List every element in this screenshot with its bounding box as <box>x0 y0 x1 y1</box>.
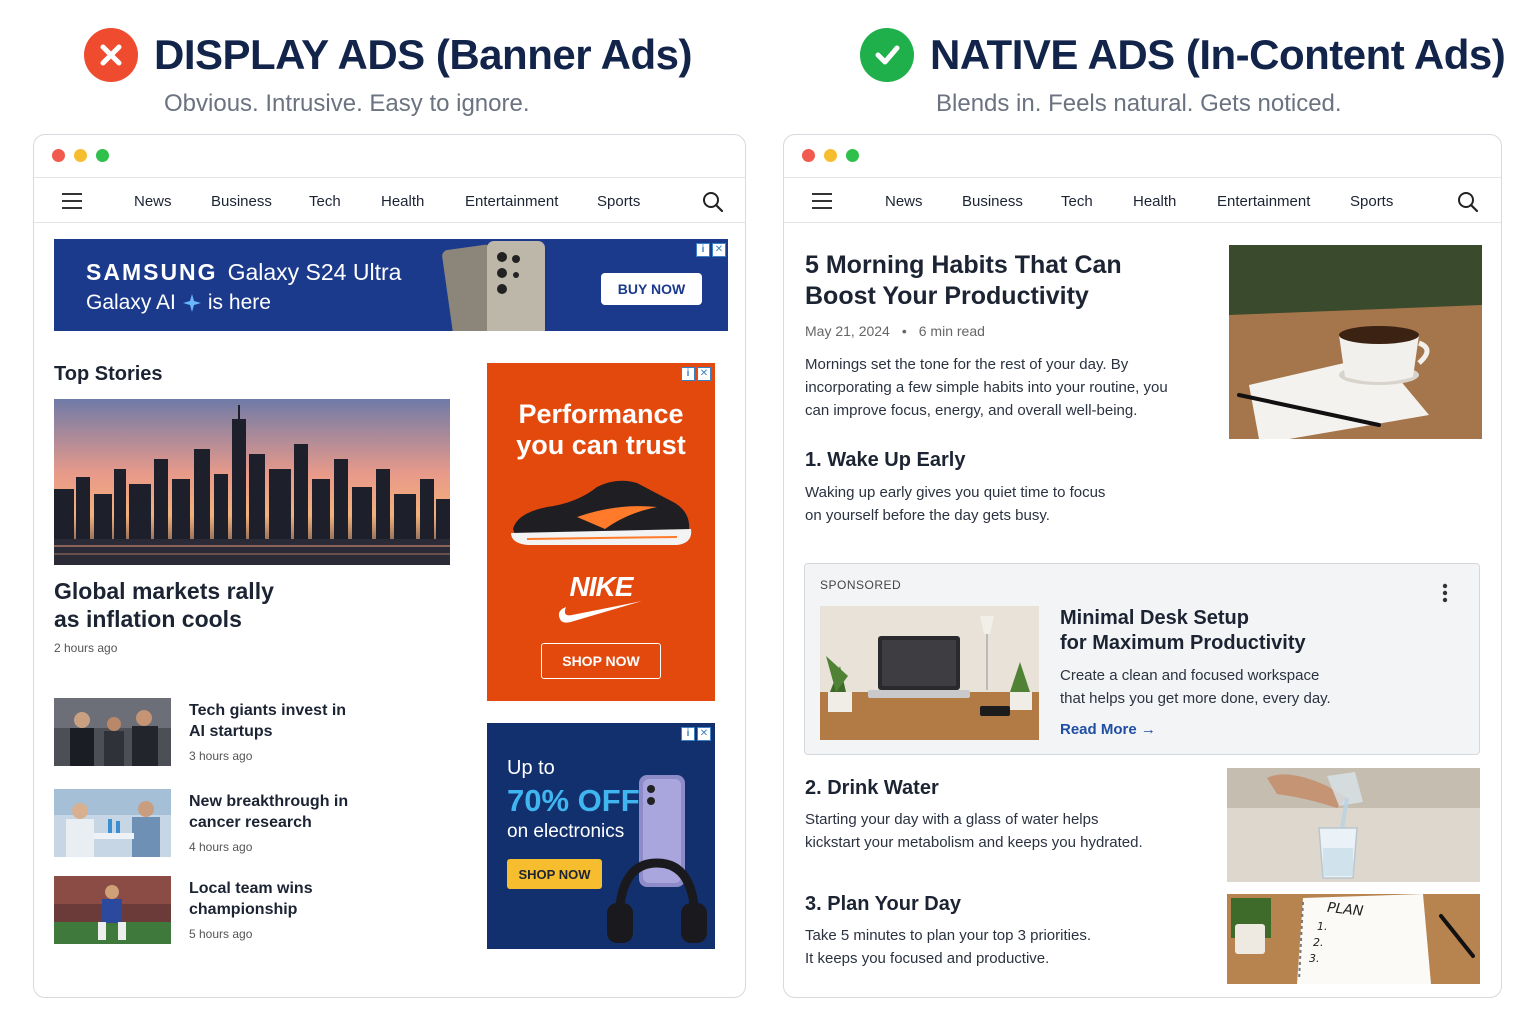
desk-setup-image[interactable] <box>820 606 1039 740</box>
plan-item-2: 2. <box>1313 936 1324 949</box>
top-stories-heading: Top Stories <box>54 363 163 385</box>
x-circle-icon <box>84 28 138 82</box>
story-thumb-2[interactable] <box>54 789 171 857</box>
story-title-2[interactable]: New breakthrough in cancer research <box>189 791 348 833</box>
sponsored-card[interactable]: SPONSORED Minimal Desk Setup for Maximum… <box>804 563 1480 755</box>
nav-sports[interactable]: Sports <box>1350 193 1393 210</box>
right-subtitle: Blends in. Feels natural. Gets noticed. <box>936 90 1342 117</box>
article-read-time: 6 min read <box>918 323 985 339</box>
hamburger-menu-icon[interactable] <box>812 193 832 214</box>
nav-tech[interactable]: Tech <box>309 193 341 210</box>
featured-title[interactable]: Global markets rally as inflation cools <box>54 577 274 633</box>
article-date: May 21, 2024 <box>805 323 890 339</box>
plan-item-1: 1. <box>1317 920 1328 933</box>
buy-now-button[interactable]: BUY NOW <box>601 273 702 305</box>
shop-now-button[interactable]: SHOP NOW <box>541 643 661 679</box>
habit2-title: 2. Drink Water <box>805 777 939 799</box>
left-heading: DISPLAY ADS (Banner Ads) <box>84 28 693 82</box>
ad-info-icon[interactable]: i <box>681 727 695 741</box>
left-title: DISPLAY ADS (Banner Ads) <box>154 31 693 78</box>
sponsored-title[interactable]: Minimal Desk Setup for Maximum Productiv… <box>1060 606 1306 656</box>
ad-close-icon[interactable]: ✕ <box>697 367 711 381</box>
story-thumb-1[interactable] <box>54 698 171 766</box>
habit1-title: 1. Wake Up Early <box>805 449 966 471</box>
sparkle-icon <box>182 294 201 312</box>
right-heading: NATIVE ADS (In-Content Ads) <box>860 28 1506 82</box>
search-icon[interactable] <box>1457 191 1479 213</box>
coffee-notebook-image <box>1229 245 1482 439</box>
nav-entertainment[interactable]: Entertainment <box>465 193 558 210</box>
habit3-title: 3. Plan Your Day <box>805 893 961 915</box>
left-browser-window: News Business Tech Health Entertainment … <box>33 134 746 998</box>
habit2-body: Starting your day with a glass of water … <box>805 811 1143 851</box>
article-meta: May 21, 2024 • 6 min read <box>805 323 985 339</box>
nav-tech[interactable]: Tech <box>1061 193 1093 210</box>
nav-business[interactable]: Business <box>211 193 272 210</box>
story-title-3[interactable]: Local team wins championship <box>189 878 313 920</box>
minimize-dot[interactable] <box>824 149 837 162</box>
more-options-icon[interactable] <box>1441 582 1449 604</box>
habit1-body: Waking up early gives you quiet time to … <box>805 484 1106 524</box>
nav-bar: News Business Tech Health Entertainment … <box>34 177 745 223</box>
habit3-body: Take 5 minutes to plan your top 3 priori… <box>805 927 1091 967</box>
right-title: NATIVE ADS (In-Content Ads) <box>930 31 1506 78</box>
left-subtitle: Obvious. Intrusive. Easy to ignore. <box>164 90 530 117</box>
nav-entertainment[interactable]: Entertainment <box>1217 193 1310 210</box>
banner-brand: SAMSUNG Galaxy S24 Ultra <box>86 259 402 285</box>
close-dot[interactable] <box>52 149 65 162</box>
nav-bar: News Business Tech Health Entertainment … <box>784 177 1501 223</box>
read-more-link[interactable]: Read More → <box>1060 721 1156 738</box>
story-time-2: 4 hours ago <box>189 840 253 854</box>
hamburger-menu-icon[interactable] <box>62 193 82 214</box>
window-controls <box>802 149 859 162</box>
phone-illustration <box>442 241 545 331</box>
maximize-dot[interactable] <box>846 149 859 162</box>
ad-close-icon[interactable]: ✕ <box>712 243 726 257</box>
maximize-dot[interactable] <box>96 149 109 162</box>
ad-info-icon[interactable]: i <box>681 367 695 381</box>
electronics-side-ad[interactable]: i ✕ Up to 70% OFF on electronics SHOP NOW <box>487 723 715 949</box>
window-controls <box>52 149 109 162</box>
story-time-3: 5 hours ago <box>189 927 253 941</box>
nav-sports[interactable]: Sports <box>597 193 640 210</box>
sneaker-image <box>511 480 692 545</box>
right-browser-window: News Business Tech Health Entertainment … <box>783 134 1502 998</box>
nike-logo: NIKE <box>487 571 715 630</box>
story-thumb-3[interactable] <box>54 876 171 944</box>
samsung-banner-ad[interactable]: SAMSUNG Galaxy S24 Ultra Galaxy AI is her… <box>54 239 728 331</box>
minimize-dot[interactable] <box>74 149 87 162</box>
swoosh-icon <box>558 601 642 623</box>
nav-business[interactable]: Business <box>962 193 1023 210</box>
electronics-ad-upto: Up to <box>507 757 555 779</box>
city-skyline-image[interactable] <box>54 399 450 565</box>
sponsored-description: Create a clean and focused workspace tha… <box>1060 667 1331 707</box>
nav-news[interactable]: News <box>134 193 172 210</box>
story-time-1: 3 hours ago <box>189 749 253 763</box>
search-icon[interactable] <box>702 191 724 213</box>
ad-choices[interactable]: i ✕ <box>696 243 726 257</box>
meta-separator: • <box>901 323 907 339</box>
plan-notebook-image: PLAN 1. 2. 3. <box>1227 894 1480 984</box>
article-intro: Mornings set the tone for the rest of yo… <box>805 356 1168 419</box>
check-circle-icon <box>860 28 914 82</box>
sponsored-label: SPONSORED <box>820 578 902 592</box>
nav-news[interactable]: News <box>885 193 923 210</box>
phone-headphones-image <box>607 775 707 943</box>
plan-item-3: 3. <box>1309 952 1320 965</box>
ad-close-icon[interactable]: ✕ <box>697 727 711 741</box>
nav-health[interactable]: Health <box>381 193 424 210</box>
nike-ad-headline: Performance you can trust <box>516 399 686 460</box>
ad-info-icon[interactable]: i <box>696 243 710 257</box>
nike-side-ad[interactable]: i ✕ Performance you can trust NIKE SHOP N… <box>487 363 715 701</box>
nav-health[interactable]: Health <box>1133 193 1176 210</box>
story-title-1[interactable]: Tech giants invest in AI startups <box>189 700 346 742</box>
article-title: 5 Morning Habits That Can Boost Your Pro… <box>805 251 1122 310</box>
featured-time: 2 hours ago <box>54 641 118 655</box>
close-dot[interactable] <box>802 149 815 162</box>
banner-tagline: Galaxy AI is here <box>86 291 271 314</box>
shop-now-button-2[interactable]: SHOP NOW <box>507 859 602 889</box>
ad-choices-3[interactable]: i ✕ <box>681 727 711 741</box>
ad-choices-2[interactable]: i ✕ <box>681 367 711 381</box>
water-glass-image <box>1227 768 1480 882</box>
